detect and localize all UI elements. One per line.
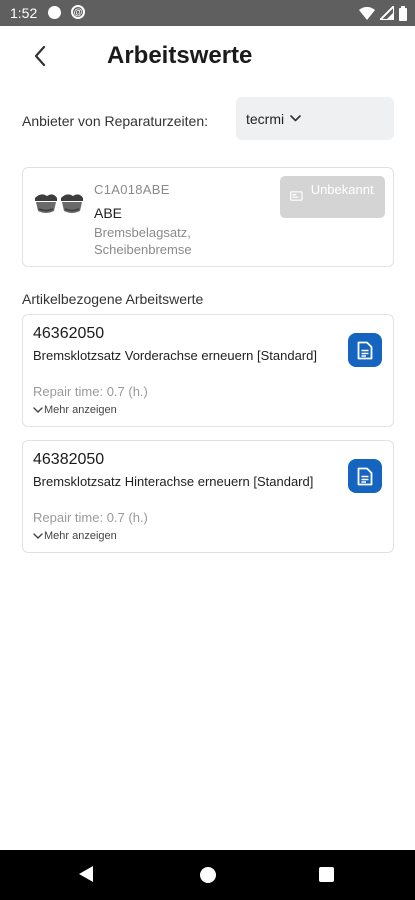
work-item-card: 46362050 Bremsklotzsatz Vorderachse erne… [22, 314, 394, 427]
document-button[interactable] [348, 333, 382, 367]
show-more-link[interactable]: Mehr anzeigen [33, 404, 117, 416]
work-item-repair-time: Repair time: 0.7 (h.) [33, 384, 148, 399]
work-item-description: Bremsklotzsatz Hinterachse erneuern [Sta… [33, 474, 314, 489]
work-item-number: 46382050 [33, 451, 105, 468]
wifi-icon [359, 6, 375, 20]
chevron-down-icon [290, 115, 301, 122]
brake-pad-icon [35, 194, 83, 213]
page-title: Arbeitswerte [107, 42, 253, 69]
document-button[interactable] [348, 459, 382, 493]
work-item-repair-time: Repair time: 0.7 (h.) [33, 510, 148, 525]
signal-icon [380, 6, 394, 20]
provider-select[interactable]: tecrmi [236, 97, 394, 140]
card-icon [290, 191, 303, 201]
at-icon: @ [71, 5, 85, 19]
header: Arbeitswerte [0, 26, 415, 88]
nav-back-icon[interactable] [78, 865, 94, 883]
provider-value: tecrmi [246, 110, 285, 127]
document-icon [357, 467, 373, 485]
notification-dot-icon [48, 6, 61, 19]
part-brand: ABE [94, 205, 123, 221]
availability-status-button[interactable]: Unbekannt [280, 176, 385, 218]
status-bar: 1:52 @ [0, 0, 415, 26]
status-icons [359, 4, 407, 22]
show-more-label: Mehr anzeigen [44, 404, 117, 416]
availability-status-label: Unbekannt [310, 182, 374, 197]
document-icon [357, 341, 373, 359]
part-number: C1A018ABE [94, 182, 170, 197]
section-title: Artikelbezogene Arbeitswerte [22, 291, 204, 307]
provider-label: Anbieter von Reparaturzeiten: [22, 113, 208, 129]
battery-icon [399, 5, 407, 21]
work-item-description: Bremsklotzsatz Vorderachse erneuern [Sta… [33, 348, 317, 363]
back-button[interactable] [26, 42, 54, 70]
nav-home-icon[interactable] [200, 867, 216, 883]
work-item-card: 46382050 Bremsklotzsatz Hinterachse erne… [22, 440, 394, 553]
show-more-label: Mehr anzeigen [44, 530, 117, 542]
work-item-number: 46362050 [33, 325, 105, 342]
chevron-left-icon [34, 45, 46, 67]
chevron-down-icon [33, 532, 43, 539]
part-description: Bremsbelagsatz, Scheibenbremse [94, 225, 192, 257]
part-card: C1A018ABE ABE Bremsbelagsatz, Scheibenbr… [22, 167, 394, 267]
nav-recents-icon[interactable] [319, 867, 334, 882]
chevron-down-icon [33, 406, 43, 413]
status-time: 1:52 [10, 5, 38, 21]
show-more-link[interactable]: Mehr anzeigen [33, 530, 117, 542]
navigation-bar [0, 850, 415, 900]
